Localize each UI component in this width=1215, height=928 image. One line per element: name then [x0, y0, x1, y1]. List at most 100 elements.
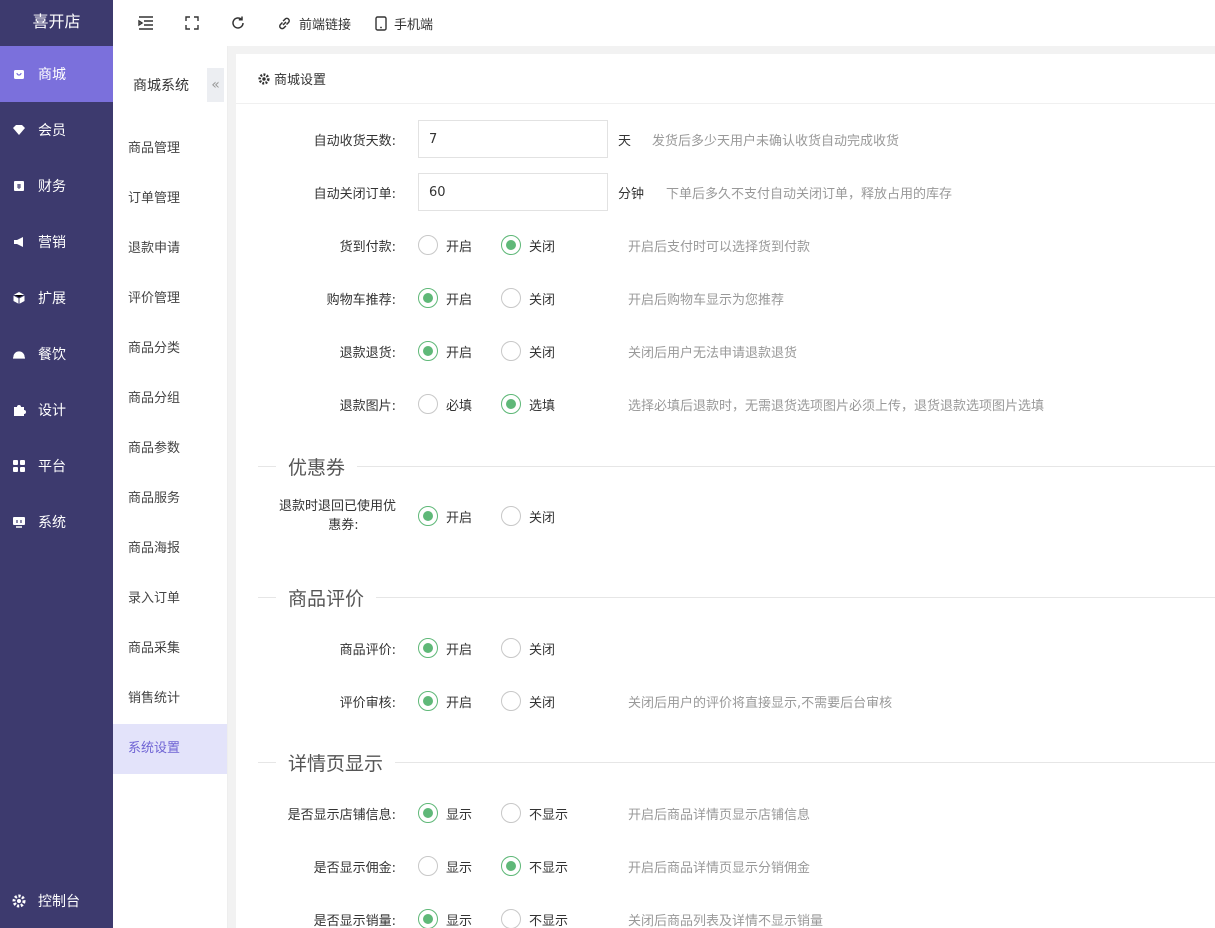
radio-option[interactable]: 关闭	[501, 235, 555, 255]
sub-nav-item[interactable]: 商品采集	[113, 624, 227, 674]
show-shop-label: 是否显示店铺信息:	[287, 807, 396, 823]
main-nav: 喜开店 商城 会员 财务 营销 扩展 餐饮 设计 平台 系统 控制台	[0, 0, 113, 928]
nav-item-label: 会员	[38, 123, 66, 139]
nav-item-label: 控制台	[38, 894, 80, 910]
auto-close-input[interactable]	[418, 173, 608, 211]
sub-nav-item[interactable]: 录入订单	[113, 574, 227, 624]
radio-option[interactable]: 开启	[418, 341, 472, 361]
field-hint: 关闭后商品列表及详情不显示销量	[628, 913, 824, 928]
radio-option[interactable]: 显示	[418, 909, 472, 928]
frontend-link-button[interactable]: 前端链接	[265, 0, 363, 46]
radio-option[interactable]: 关闭	[501, 506, 555, 526]
sub-nav-item[interactable]: 退款申请	[113, 224, 227, 274]
radio-label: 不显示	[529, 913, 569, 928]
radio-label: 显示	[446, 860, 473, 876]
radio-circle[interactable]	[418, 691, 438, 711]
radio-circle[interactable]	[501, 856, 521, 876]
nav-item[interactable]: 系统	[0, 494, 113, 550]
radio-option[interactable]: 关闭	[501, 638, 555, 658]
radio-option[interactable]: 开启	[418, 638, 472, 658]
radio-circle[interactable]	[418, 638, 438, 658]
nav-item[interactable]: 财务	[0, 158, 113, 214]
sub-nav-item[interactable]: 商品管理	[113, 124, 227, 174]
radio-label: 显示	[446, 807, 473, 823]
mobile-button[interactable]: 手机端	[363, 0, 445, 46]
link-icon	[279, 17, 290, 29]
gear-icon	[258, 72, 270, 85]
radio-option[interactable]: 关闭	[501, 691, 555, 711]
nav-item[interactable]: 扩展	[0, 270, 113, 326]
radio-option[interactable]: 开启	[418, 288, 472, 308]
radio-circle[interactable]	[418, 506, 438, 526]
sub-nav-item[interactable]: 商品海报	[113, 524, 227, 574]
radio-label: 开启	[446, 695, 473, 711]
section-divider	[357, 465, 1215, 467]
fullscreen-button[interactable]	[173, 0, 218, 46]
radio-option[interactable]: 显示	[418, 803, 472, 823]
radio-option[interactable]: 关闭	[501, 288, 555, 308]
sub-nav-item[interactable]: 商品分组	[113, 374, 227, 424]
panel-title: 商城设置	[274, 73, 327, 88]
radio-option[interactable]: 不显示	[501, 803, 568, 823]
radio-option[interactable]: 开启	[418, 506, 472, 526]
radio-circle[interactable]	[501, 803, 521, 823]
show-shop-row: 是否显示店铺信息: 显示 不显示 开启后商品详情页显示店铺信息	[236, 803, 1215, 823]
radio-option[interactable]: 不显示	[501, 856, 568, 876]
radio-option[interactable]: 开启	[418, 691, 472, 711]
review-label: 商品评价:	[339, 642, 396, 658]
radio-option[interactable]: 不显示	[501, 909, 568, 928]
radio-circle[interactable]	[418, 856, 438, 876]
radio-circle[interactable]	[418, 288, 438, 308]
nav-item[interactable]: 会员	[0, 102, 113, 158]
radio-circle[interactable]	[418, 394, 438, 414]
radio-circle[interactable]	[501, 394, 521, 414]
radio-option[interactable]: 选填	[501, 394, 555, 414]
radio-circle[interactable]	[501, 506, 521, 526]
nav-item[interactable]: 平台	[0, 438, 113, 494]
sub-nav-item[interactable]: 评价管理	[113, 274, 227, 324]
sub-nav-item[interactable]: 系统设置	[113, 724, 227, 774]
nav-item-label: 系统	[38, 515, 66, 531]
radio-circle[interactable]	[501, 235, 521, 255]
radio-circle[interactable]	[418, 341, 438, 361]
sub-nav-item[interactable]: 商品分类	[113, 324, 227, 374]
radio-circle[interactable]	[501, 909, 521, 928]
radio-circle[interactable]	[501, 691, 521, 711]
refresh-button[interactable]	[218, 0, 265, 46]
nav-item-label: 扩展	[38, 291, 66, 307]
cart-recommend-label: 购物车推荐:	[326, 292, 396, 308]
nav-item[interactable]: 营销	[0, 214, 113, 270]
sub-nav-item[interactable]: 销售统计	[113, 674, 227, 724]
radio-circle[interactable]	[501, 341, 521, 361]
radio-label: 关闭	[529, 695, 556, 711]
radio-option[interactable]: 开启	[418, 235, 472, 255]
radio-label: 必填	[446, 398, 473, 414]
radio-label: 开启	[446, 292, 473, 308]
sub-nav-item[interactable]: 商品参数	[113, 424, 227, 474]
collapse-button[interactable]: «	[207, 68, 224, 102]
auto-receive-row: 自动收货天数: 天 发货后多少天用户未确认收货自动完成收货	[236, 120, 1215, 158]
coupon-return-label: 退款时退回已使用优 惠券:	[236, 497, 396, 535]
nav-item[interactable]: 设计	[0, 382, 113, 438]
radio-label: 选填	[529, 398, 556, 414]
radio-circle[interactable]	[418, 235, 438, 255]
radio-circle[interactable]	[418, 909, 438, 928]
radio-option[interactable]: 必填	[418, 394, 472, 414]
radio-option[interactable]: 关闭	[501, 341, 555, 361]
menu-toggle-button[interactable]	[126, 0, 173, 46]
detail-section-title: 详情页显示	[288, 752, 384, 775]
radio-circle[interactable]	[418, 803, 438, 823]
sub-nav-item[interactable]: 商品服务	[113, 474, 227, 524]
auto-receive-input[interactable]	[418, 120, 608, 158]
radio-circle[interactable]	[501, 288, 521, 308]
nav-item[interactable]: 餐饮	[0, 326, 113, 382]
label-line: 惠券:	[328, 518, 359, 533]
radio-label: 开启	[446, 642, 473, 658]
sub-nav-item[interactable]: 订单管理	[113, 174, 227, 224]
show-commission-label: 是否显示佣金:	[313, 860, 396, 876]
radio-circle[interactable]	[501, 638, 521, 658]
nav-item[interactable]: 商城	[0, 46, 113, 102]
radio-option[interactable]: 显示	[418, 856, 472, 876]
nav-item-console[interactable]: 控制台	[0, 886, 113, 916]
indent-icon	[138, 16, 153, 30]
